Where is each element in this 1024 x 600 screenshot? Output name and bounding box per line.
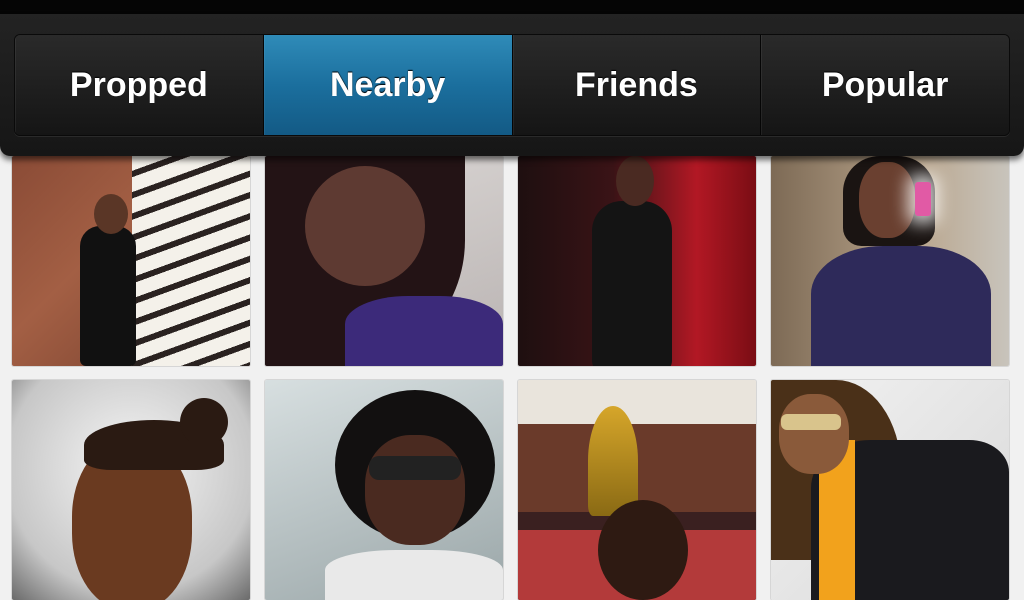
photo-thumbnail[interactable] <box>771 380 1009 600</box>
photo-shirt <box>345 296 503 366</box>
photo-lamp <box>588 406 638 516</box>
tab-friends[interactable]: Friends <box>512 35 762 135</box>
photo-face <box>305 166 425 286</box>
photo-sunglasses <box>781 414 841 430</box>
photo-thumbnail[interactable] <box>12 156 250 366</box>
photo-thumbnail[interactable] <box>12 380 250 600</box>
photo-thumbnail[interactable] <box>518 156 756 366</box>
tab-label: Friends <box>574 65 698 104</box>
photo-head <box>616 156 654 206</box>
tab-label: Popular <box>821 65 949 104</box>
photo-shirt <box>811 246 991 366</box>
photo-face <box>365 435 465 545</box>
photo-glasses <box>369 456 461 480</box>
photo-face <box>779 394 849 474</box>
tab-bar: Propped Nearby Friends Popular <box>0 14 1024 156</box>
photo-person <box>80 226 136 366</box>
photo-person <box>592 201 672 366</box>
photo-hair-bun <box>180 398 228 446</box>
tab-popular[interactable]: Popular <box>761 35 1009 135</box>
photo-stairs <box>132 156 250 366</box>
photo-head <box>94 194 128 234</box>
tab-propped[interactable]: Propped <box>15 35 264 135</box>
photo-thumbnail[interactable] <box>265 380 503 600</box>
tab-label: Propped <box>69 65 208 104</box>
tab-label: Nearby <box>329 65 446 104</box>
photo-thumbnail[interactable] <box>771 156 1009 366</box>
photo-thumbnail[interactable] <box>265 156 503 366</box>
tab-nearby[interactable]: Nearby <box>263 35 513 135</box>
photo-face <box>859 162 915 238</box>
segmented-control: Propped Nearby Friends Popular <box>14 34 1010 136</box>
photo-head <box>598 500 688 600</box>
photo-thumbnail[interactable] <box>518 380 756 600</box>
status-bar <box>0 0 1024 14</box>
photo-phone <box>915 182 931 216</box>
photo-shirt <box>325 550 503 600</box>
